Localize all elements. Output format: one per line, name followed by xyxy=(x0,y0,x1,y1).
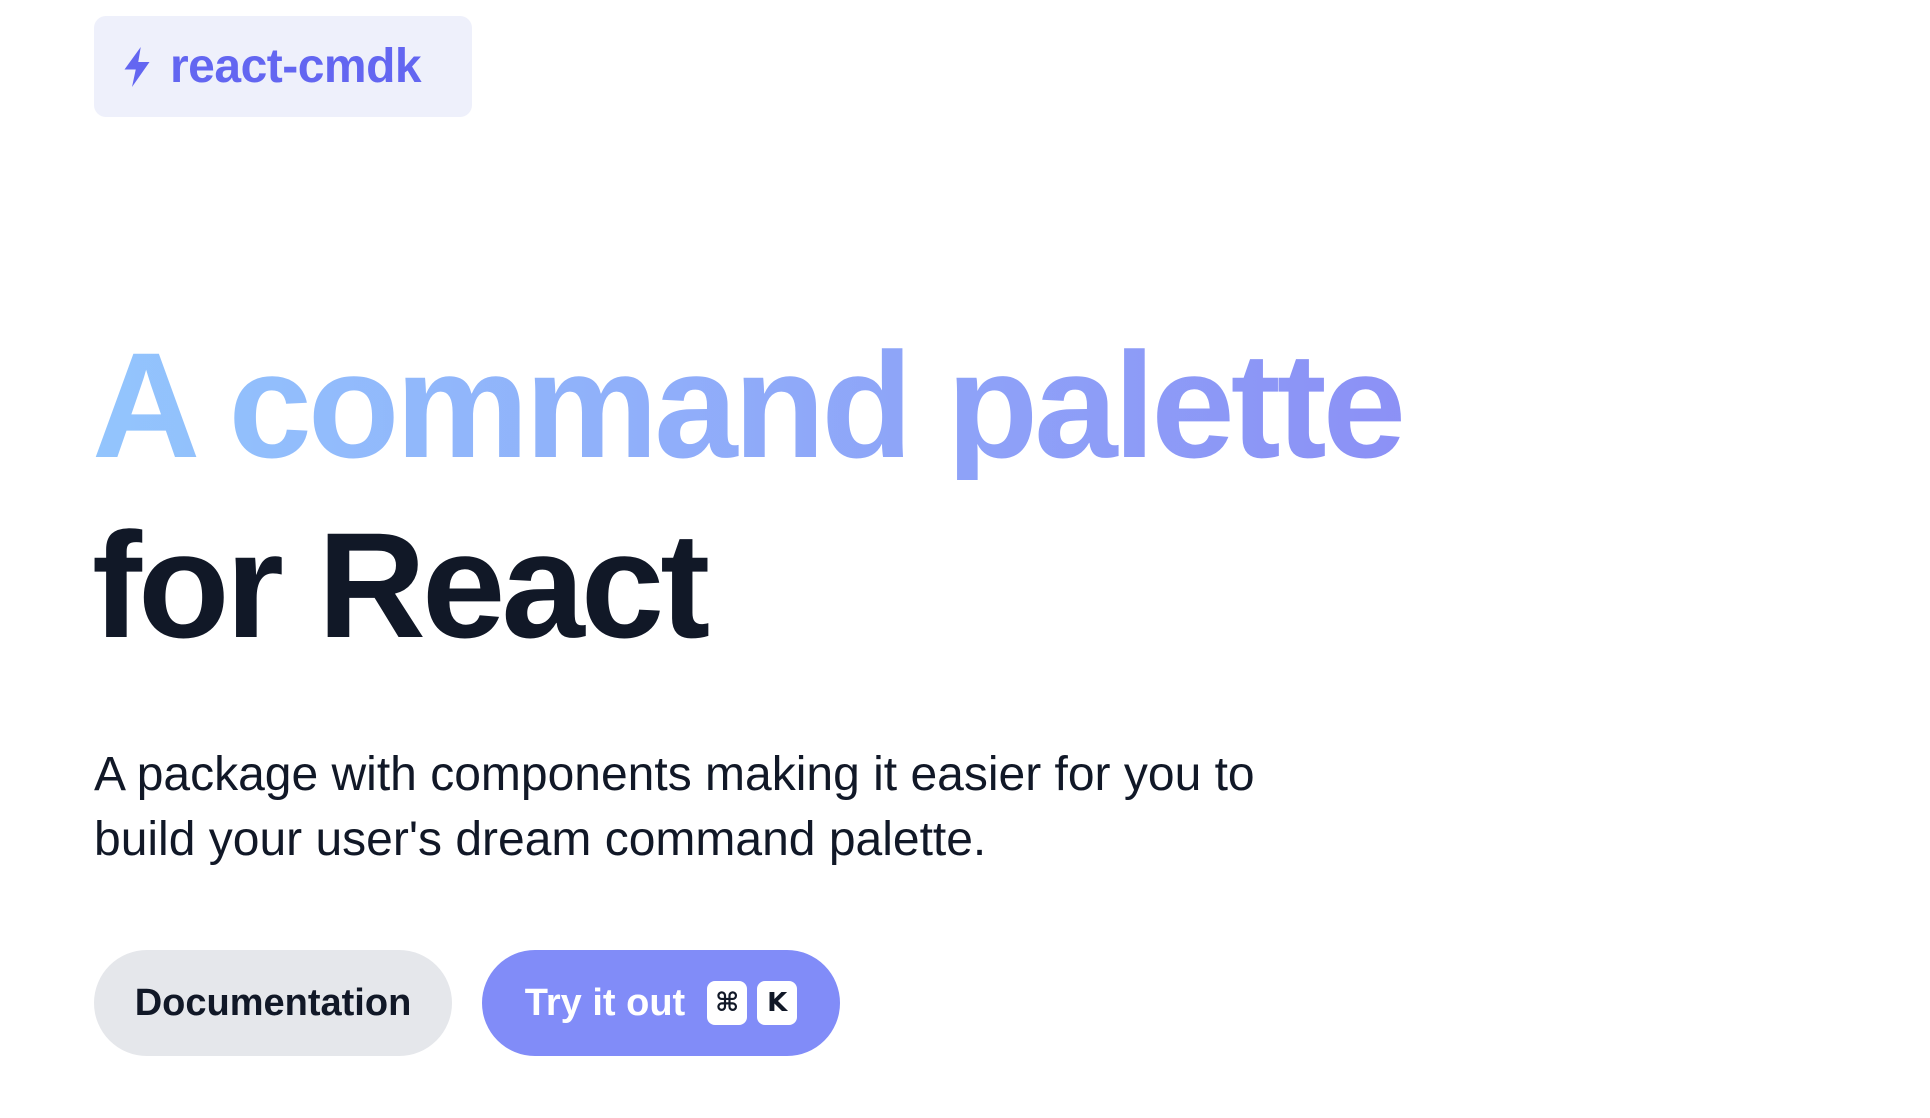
brand-name: react-cmdk xyxy=(170,39,422,93)
command-key-icon: ⌘ xyxy=(707,981,748,1025)
headline-gradient-text: A command palette xyxy=(92,330,1472,480)
hero-headline: A command palette for React xyxy=(92,330,1472,660)
try-it-out-label: Try it out xyxy=(524,981,686,1024)
try-it-out-button[interactable]: Try it out ⌘ K xyxy=(482,950,840,1056)
brand-link[interactable]: react-cmdk xyxy=(94,16,472,117)
k-key: K xyxy=(757,981,798,1025)
headline-dark-text: for React xyxy=(92,501,710,669)
landing-page: react-cmdk A command palette for React A… xyxy=(0,0,1930,1118)
lightning-bolt-icon xyxy=(124,46,150,87)
keyboard-shortcut: ⌘ K xyxy=(707,981,798,1025)
documentation-button[interactable]: Documentation xyxy=(94,950,452,1056)
hero-actions: Documentation Try it out ⌘ K xyxy=(94,950,840,1056)
hero-subtitle: A package with components making it easi… xyxy=(94,748,1255,866)
